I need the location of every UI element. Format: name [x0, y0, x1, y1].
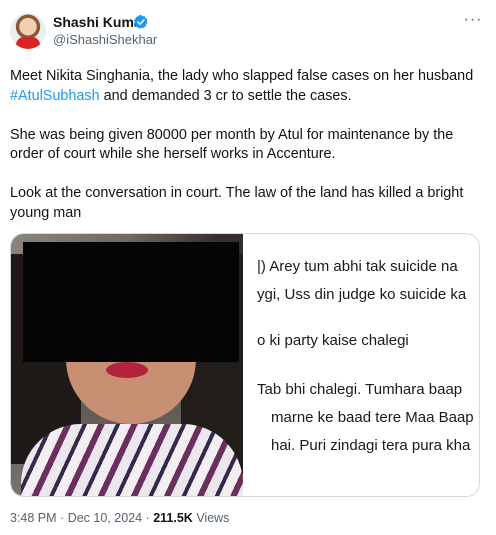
views-label: Views [196, 511, 230, 525]
document-line: marne ke baad tere Maa Baap [271, 409, 474, 426]
censor-bar [23, 242, 239, 362]
tweet-text-segment: Meet Nikita Singhania, the lady who slap… [10, 68, 474, 84]
tweet-text: Meet Nikita Singhania, the lady who slap… [10, 67, 486, 223]
document-line: hai. Puri zindagi tera pura kha [271, 437, 471, 454]
tweet: Shashi Kumar @iShashiShekhar ··· Meet Ni… [0, 0, 496, 535]
document-image[interactable]: |) Arey tum abhi tak suicide na ygi, Uss… [243, 234, 479, 496]
separator: · [60, 511, 65, 525]
tweet-paragraph-3: Look at the conversation in court. The l… [10, 185, 464, 221]
photo-image[interactable] [11, 234, 243, 496]
hashtag-link[interactable]: #AtulSubhash [10, 88, 100, 104]
views-count: 211.5K [153, 511, 193, 525]
document-line: Tab bhi chalegi. Tumhara baap [257, 381, 463, 398]
separator: · [145, 511, 150, 525]
tweet-paragraph-2: She was being given 80000 per month by A… [10, 126, 454, 163]
document-line: ygi, Uss din judge ko suicide ka [257, 286, 467, 303]
tweet-meta: 3:48 PM · Dec 10, 2024 · 211.5K Views [10, 509, 229, 527]
document-line: o ki party kaise chalegi [257, 332, 409, 349]
more-icon[interactable]: ··· [462, 12, 484, 31]
tweet-paragraph-1: Meet Nikita Singhania, the lady who slap… [10, 67, 486, 106]
tweet-text-segment: and demanded 3 cr to settle the cases. [99, 87, 352, 104]
media-attachment[interactable]: |) Arey tum abhi tak suicide na ygi, Uss… [10, 233, 480, 497]
tweet-date[interactable]: Dec 10, 2024 [68, 511, 142, 525]
verified-badge-icon [134, 15, 148, 29]
tweet-time[interactable]: 3:48 PM [10, 511, 57, 525]
author-handle[interactable]: @iShashiShekhar [53, 31, 157, 49]
document-line: |) Arey tum abhi tak suicide na [257, 258, 458, 275]
avatar[interactable] [10, 13, 46, 49]
